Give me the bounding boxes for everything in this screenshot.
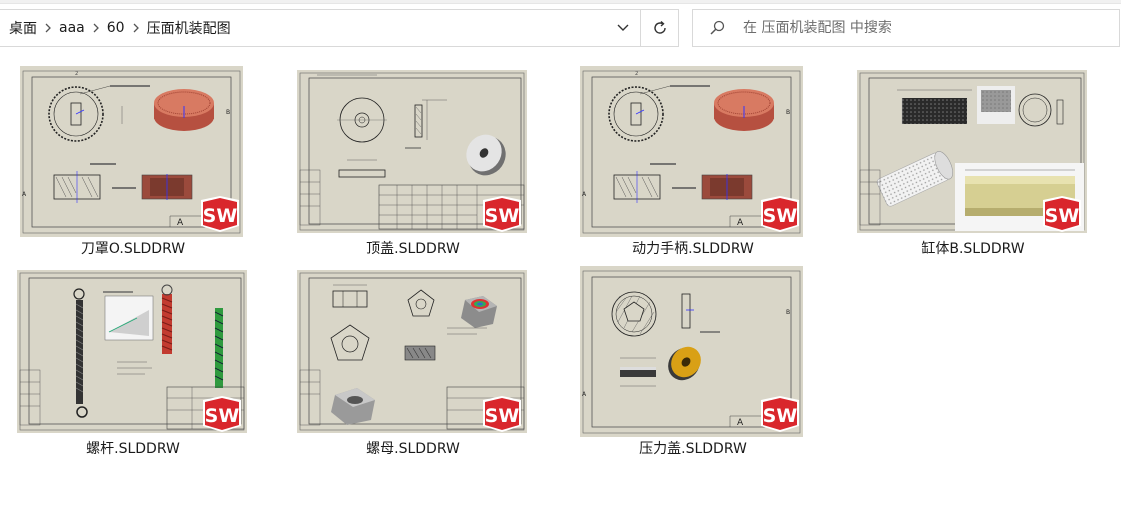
file-name[interactable]: 螺杆.SLDDRW bbox=[14, 438, 252, 458]
solidworks-icon: SW bbox=[761, 396, 799, 432]
file-thumbnail: A B A 2 SW bbox=[580, 66, 803, 237]
search-icon bbox=[709, 20, 725, 40]
search-input[interactable]: 在 压面机装配图 中搜索 bbox=[743, 10, 892, 46]
svg-text:A: A bbox=[177, 218, 184, 228]
solidworks-icon: SW bbox=[483, 396, 521, 432]
file-thumbnail: SW bbox=[297, 270, 527, 433]
svg-text:2: 2 bbox=[75, 71, 78, 77]
svg-text:SW: SW bbox=[763, 205, 798, 227]
file-thumbnail: SW bbox=[857, 70, 1087, 233]
breadcrumb-item-desktop[interactable]: 桌面 bbox=[9, 18, 37, 38]
file-tile[interactable]: SW 顶盖.SLDDRW bbox=[294, 62, 532, 262]
file-tile[interactable]: A B A SW 压力盖.SLDDRW bbox=[574, 262, 812, 462]
breadcrumb-item-current[interactable]: 压面机装配图 bbox=[147, 18, 231, 38]
svg-text:SW: SW bbox=[485, 405, 520, 427]
window-top-edge bbox=[0, 0, 1121, 4]
svg-text:SW: SW bbox=[763, 405, 798, 427]
file-tile[interactable]: A B A 2 SW 动力手柄.SLDDRW bbox=[574, 62, 812, 262]
chevron-down-icon[interactable] bbox=[606, 10, 640, 46]
breadcrumb: 桌面 aaa 60 压面机装配图 bbox=[9, 10, 231, 46]
file-tile[interactable]: SW 螺杆.SLDDRW bbox=[14, 262, 252, 462]
file-name[interactable]: 螺母.SLDDRW bbox=[294, 438, 532, 458]
svg-text:A: A bbox=[582, 191, 587, 198]
file-tile[interactable]: A B A 2 SW 刀罩O.SLDDRW bbox=[14, 62, 252, 262]
solidworks-icon: SW bbox=[201, 196, 239, 232]
file-thumbnail: SW bbox=[297, 70, 527, 233]
search-box[interactable]: 在 压面机装配图 中搜索 bbox=[692, 9, 1120, 47]
svg-text:SW: SW bbox=[485, 205, 520, 227]
svg-text:2: 2 bbox=[635, 71, 638, 77]
chevron-right-icon[interactable] bbox=[125, 20, 147, 36]
solidworks-icon: SW bbox=[1043, 196, 1081, 232]
breadcrumb-item-aaa[interactable]: aaa bbox=[59, 20, 85, 36]
file-thumbnail: A B A SW bbox=[580, 266, 803, 437]
breadcrumb-item-60[interactable]: 60 bbox=[107, 20, 125, 36]
refresh-icon[interactable] bbox=[641, 10, 678, 46]
svg-text:B: B bbox=[786, 309, 790, 316]
file-tile[interactable]: SW 缸体B.SLDDRW bbox=[854, 62, 1092, 262]
file-name[interactable]: 压力盖.SLDDRW bbox=[574, 438, 812, 458]
svg-text:A: A bbox=[22, 191, 27, 198]
svg-text:SW: SW bbox=[203, 205, 238, 227]
solidworks-icon: SW bbox=[761, 196, 799, 232]
file-name[interactable]: 刀罩O.SLDDRW bbox=[14, 238, 252, 258]
chevron-right-icon[interactable] bbox=[85, 20, 107, 36]
chevron-right-icon[interactable] bbox=[37, 20, 59, 36]
solidworks-icon: SW bbox=[483, 196, 521, 232]
svg-text:SW: SW bbox=[205, 405, 240, 427]
svg-text:A: A bbox=[582, 391, 587, 398]
svg-text:A: A bbox=[737, 218, 744, 228]
svg-text:B: B bbox=[786, 109, 790, 116]
svg-text:SW: SW bbox=[1045, 205, 1080, 227]
file-tile[interactable]: SW 螺母.SLDDRW bbox=[294, 262, 532, 462]
address-bar[interactable]: 桌面 aaa 60 压面机装配图 bbox=[0, 9, 679, 47]
svg-text:A: A bbox=[737, 418, 744, 428]
file-name[interactable]: 动力手柄.SLDDRW bbox=[574, 238, 812, 258]
file-thumbnail: SW bbox=[17, 270, 247, 433]
solidworks-icon: SW bbox=[203, 396, 241, 432]
file-thumbnail: A B A 2 SW bbox=[20, 66, 243, 237]
file-name[interactable]: 顶盖.SLDDRW bbox=[294, 238, 532, 258]
svg-text:B: B bbox=[226, 109, 230, 116]
file-name[interactable]: 缸体B.SLDDRW bbox=[854, 238, 1092, 258]
